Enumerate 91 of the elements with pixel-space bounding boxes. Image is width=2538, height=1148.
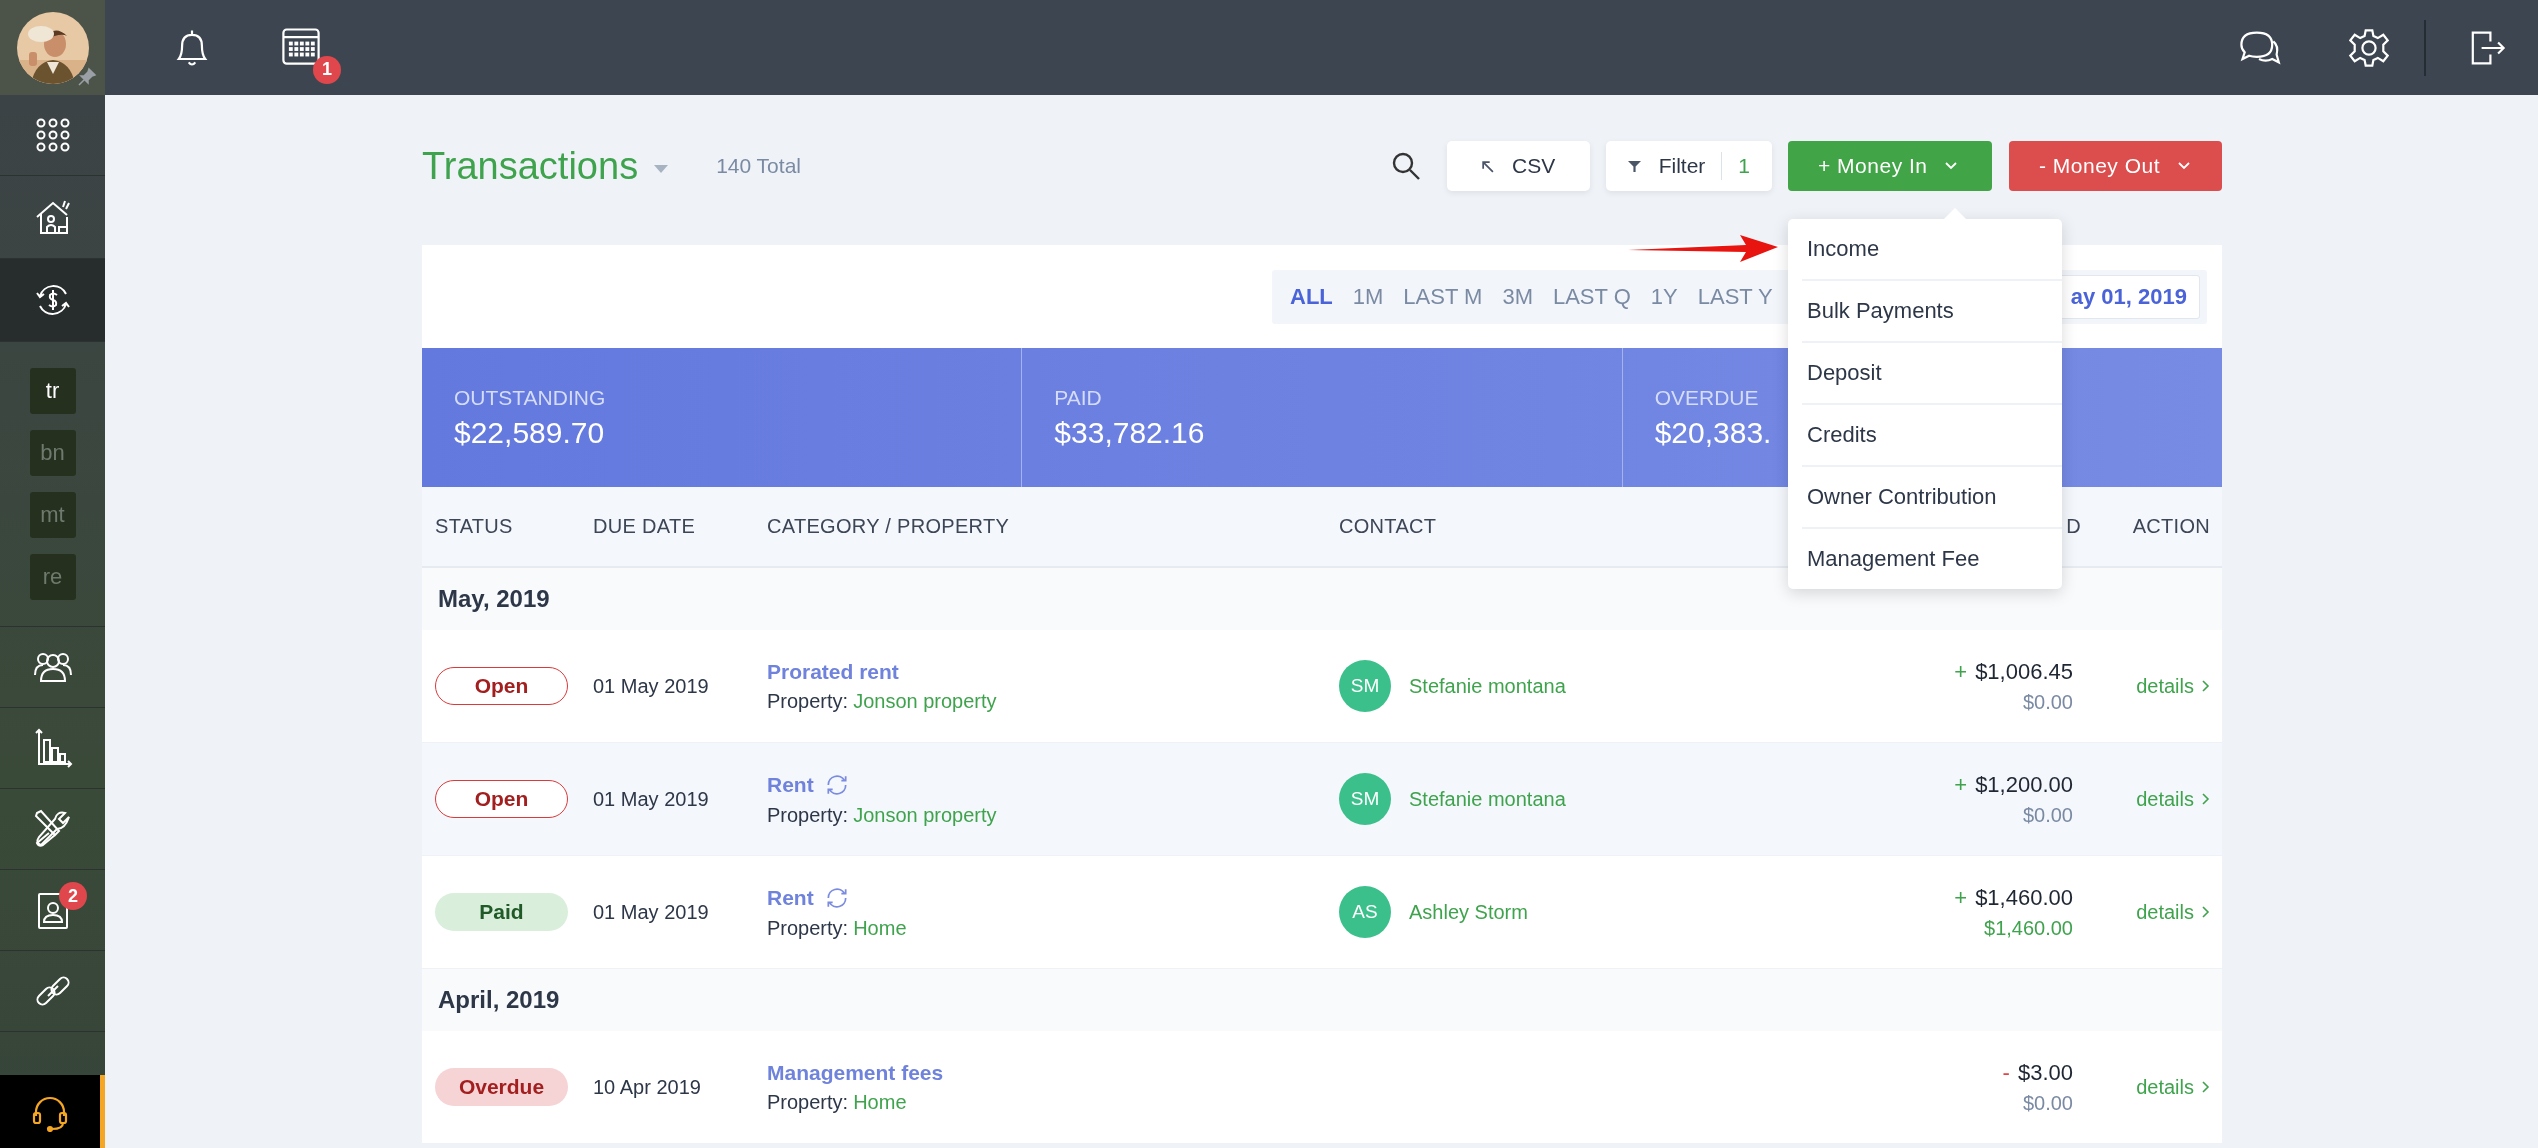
due-date: 10 Apr 2019 [593, 1075, 701, 1098]
notification-badge: 1 [313, 55, 341, 84]
property-link[interactable]: Jonson property [853, 803, 997, 826]
contact-avatar: SM [1339, 773, 1391, 825]
period-tab[interactable]: LAST Y [1697, 283, 1773, 310]
received-amount: $0.00 [2022, 1091, 2073, 1115]
notification-badge: 2 [59, 882, 87, 910]
shortcut-tile[interactable]: mt [29, 492, 76, 538]
amount-sign: - [2002, 1059, 2010, 1086]
search-icon[interactable] [1390, 151, 1421, 181]
status-badge: Paid [435, 893, 568, 931]
details-link[interactable]: details [2136, 787, 2210, 811]
received-amount: $0.00 [2022, 690, 2073, 714]
status-badge: Open [435, 667, 568, 705]
period-tab[interactable]: LAST M [1403, 283, 1483, 310]
amount-sign: + [1954, 771, 1968, 798]
details-link[interactable]: details [2136, 674, 2210, 698]
amount: $3.00 [2017, 1059, 2073, 1086]
contact-avatar: AS [1339, 886, 1391, 938]
money-out-button[interactable]: - Money Out [2009, 141, 2222, 191]
property-link[interactable]: Home [853, 916, 907, 939]
chevron-right-icon [2202, 1081, 2210, 1093]
tools-icon [32, 809, 73, 849]
column-header: CONTACT [1339, 515, 1438, 538]
summary-label: OUTSTANDING [454, 385, 606, 410]
received-amount: $1,460.00 [1984, 916, 2073, 940]
amount-sign: + [1954, 884, 1968, 911]
amount-sign: + [1954, 658, 1968, 685]
shortcut-tile[interactable]: bn [29, 430, 76, 476]
export-arrow-icon [1481, 159, 1495, 173]
due-date: 01 May 2019 [593, 674, 709, 697]
group-title: May, 2019 [438, 585, 550, 613]
sidebar-item[interactable] [0, 259, 105, 342]
summary-label: PAID [1054, 385, 1102, 410]
column-header: ACTION [2132, 515, 2210, 538]
received-amount: $0.00 [2022, 803, 2073, 827]
status-badge: Open [435, 780, 568, 818]
contact-avatar: SM [1339, 660, 1391, 712]
period-tab[interactable]: 3M [1502, 283, 1533, 310]
period-tab[interactable]: 1M [1352, 283, 1384, 310]
chevron-right-icon [2202, 906, 2210, 918]
property-label: Property: [767, 916, 849, 939]
property-link[interactable]: Jonson property [853, 689, 997, 712]
summary-value: $20,383. [1654, 415, 1772, 450]
category-link[interactable]: Prorated rent [767, 659, 899, 684]
property-label: Property: [767, 689, 849, 712]
page-title[interactable]: Transactions [422, 144, 639, 188]
column-header: DUE DATE [593, 515, 697, 538]
chevron-down-icon [1945, 162, 1958, 170]
sidebar-item[interactable]: 2 [0, 870, 105, 951]
column-header: CATEGORY / PROPERTY [767, 515, 1011, 538]
column-header: D [2066, 515, 2081, 538]
due-date: 01 May 2019 [593, 787, 709, 810]
chevron-right-icon [2202, 793, 2210, 805]
menu-item[interactable]: Management Fee [1802, 529, 2062, 589]
amount: $1,006.45 [1975, 658, 2073, 685]
chevron-down-icon [2178, 162, 2191, 170]
period-tab[interactable]: 1Y [1650, 283, 1678, 310]
table-row[interactable]: Open 01 May 2019 Rent Property: Jonson property SM Stefanie montana + $1,200.00 $0.00 details [422, 743, 2222, 856]
filter-button[interactable]: Filter 1 [1605, 141, 1772, 191]
category-link[interactable]: Management fees [767, 1060, 944, 1085]
shortcut-tile[interactable]: tr [29, 368, 76, 414]
pin-icon[interactable] [77, 67, 97, 87]
property-label: Property: [767, 1090, 849, 1113]
contact-name[interactable]: Stefanie montana [1409, 674, 1566, 698]
category-link[interactable]: Rent [767, 885, 814, 910]
total-count: 140 Total [716, 154, 801, 178]
column-header: STATUS [435, 515, 514, 538]
amount: $1,200.00 [1975, 771, 2073, 798]
summary-label: OVERDUE [1654, 385, 1759, 410]
details-link[interactable]: details [2136, 1075, 2210, 1099]
amount: $1,460.00 [1975, 884, 2073, 911]
group-title: April, 2019 [438, 986, 560, 1014]
contact-name[interactable]: Ashley Storm [1409, 900, 1528, 924]
period-tab[interactable]: ALL [1290, 283, 1333, 310]
contact-name[interactable]: Stefanie montana [1409, 787, 1566, 811]
chevron-right-icon [2202, 680, 2210, 692]
filter-icon [1627, 159, 1641, 173]
money-in-button[interactable]: + Money In [1788, 141, 1992, 191]
details-link[interactable]: details [2136, 900, 2210, 924]
support-button[interactable] [0, 1075, 105, 1148]
summary-value: $33,782.16 [1054, 415, 1205, 450]
property-link[interactable]: Home [853, 1090, 907, 1113]
status-badge: Overdue [435, 1068, 568, 1106]
due-date: 01 May 2019 [593, 900, 709, 923]
csv-button[interactable]: CSV [1446, 141, 1590, 191]
category-link[interactable]: Rent [767, 772, 814, 797]
shortcut-tile[interactable]: re [29, 554, 76, 600]
period-tab[interactable]: LAST Q [1552, 283, 1631, 310]
summary-value: $22,589.70 [454, 415, 605, 450]
property-label: Property: [767, 803, 849, 826]
